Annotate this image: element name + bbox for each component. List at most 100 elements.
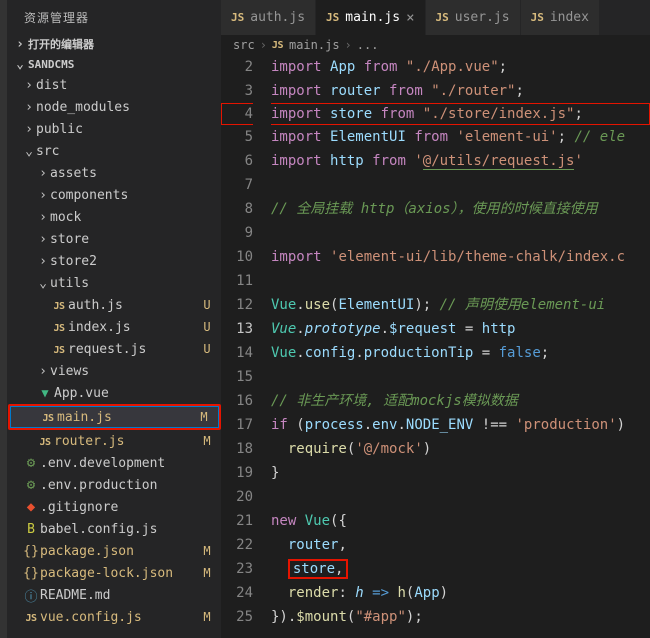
breadcrumb-item[interactable]: src: [233, 38, 255, 52]
js-icon: JS: [231, 11, 244, 24]
code-lines[interactable]: import App from "./App.vue";import route…: [271, 55, 650, 638]
activity-bar[interactable]: [0, 0, 8, 638]
file-icon: ⓘ: [22, 586, 40, 605]
line-number: 17: [221, 413, 253, 437]
line-number: 9: [221, 221, 253, 245]
file-icon: B: [22, 522, 40, 537]
tree-item[interactable]: JSindex.jsU: [8, 316, 221, 338]
code-line[interactable]: import 'element-ui/lib/theme-chalk/index…: [271, 245, 650, 269]
tree-item[interactable]: ›public: [8, 118, 221, 140]
editor-area: JSauth.jsJSmain.js×JSuser.jsJSindex src›…: [221, 0, 650, 638]
line-number: 25: [221, 605, 253, 629]
tree-item[interactable]: JSrequest.jsU: [8, 338, 221, 360]
code-line[interactable]: router,: [271, 533, 650, 557]
file-icon: JS: [50, 320, 68, 334]
js-icon: JS: [531, 11, 544, 24]
code-line[interactable]: import App from "./App.vue";: [271, 55, 650, 79]
git-status: M: [196, 410, 212, 424]
chevron-right-icon: ›: [36, 364, 50, 379]
line-number: 24: [221, 581, 253, 605]
chevron-right-icon: ›: [22, 78, 36, 93]
code-line[interactable]: [271, 269, 650, 293]
tab[interactable]: JSauth.js: [221, 0, 316, 35]
file-icon: ⚙: [22, 455, 40, 471]
git-status: M: [199, 434, 215, 448]
code-line[interactable]: }: [271, 461, 650, 485]
code-line[interactable]: [271, 173, 650, 197]
tree-item[interactable]: ⚙.env.production: [8, 474, 221, 496]
tree-item[interactable]: ›assets: [8, 162, 221, 184]
tree-item[interactable]: ›node_modules: [8, 96, 221, 118]
file-icon: {}: [22, 544, 40, 559]
tree-item-label: node_modules: [36, 100, 215, 115]
line-number: 13: [221, 317, 253, 341]
chevron-right-icon: ›: [12, 36, 28, 52]
tree-item[interactable]: ›components: [8, 184, 221, 206]
tree-item[interactable]: ›store: [8, 228, 221, 250]
line-number: 8: [221, 197, 253, 221]
code-line[interactable]: require('@/mock'): [271, 437, 650, 461]
tree-item[interactable]: JSmain.jsM: [10, 406, 219, 428]
tree-item[interactable]: ›mock: [8, 206, 221, 228]
git-status: U: [199, 342, 215, 356]
line-number: 20: [221, 485, 253, 509]
tree-item[interactable]: {}package.jsonM: [8, 540, 221, 562]
tree-item-label: src: [36, 144, 215, 159]
tree-item[interactable]: JSauth.jsU: [8, 294, 221, 316]
code-line[interactable]: store,: [271, 557, 650, 581]
code-line[interactable]: }).$mount("#app");: [271, 605, 650, 629]
chevron-right-icon: ›: [36, 188, 50, 203]
tree-item[interactable]: ›dist: [8, 74, 221, 96]
code-line[interactable]: import ElementUI from 'element-ui'; // e…: [271, 125, 650, 149]
tree-item-label: mock: [50, 210, 215, 225]
file-icon: JS: [22, 610, 40, 624]
sidebar-title: 资源管理器: [8, 0, 221, 34]
code-line[interactable]: [271, 221, 650, 245]
line-number: 11: [221, 269, 253, 293]
code-line[interactable]: new Vue({: [271, 509, 650, 533]
tree-item[interactable]: ⚙.env.development: [8, 452, 221, 474]
tab[interactable]: JSmain.js×: [316, 0, 425, 35]
tree-item[interactable]: ›views: [8, 360, 221, 382]
code-line[interactable]: import store from "./store/index.js";: [271, 103, 650, 125]
chevron-right-icon: ›: [36, 254, 50, 269]
tree-item[interactable]: JSrouter.jsM: [8, 430, 221, 452]
line-number: 14: [221, 341, 253, 365]
line-number: 4: [221, 103, 253, 125]
breadcrumb-item[interactable]: ...: [357, 38, 379, 52]
line-number: 2: [221, 55, 253, 79]
file-icon: ⚙: [22, 477, 40, 493]
code-line[interactable]: // 非生产环境, 适配mockjs模拟数据: [271, 389, 650, 413]
chevron-down-icon: ⌄: [36, 276, 50, 291]
tree-item[interactable]: {}package-lock.jsonM: [8, 562, 221, 584]
code-line[interactable]: render: h => h(App): [271, 581, 650, 605]
tree-item[interactable]: ⌄utils: [8, 272, 221, 294]
code-line[interactable]: // 全局挂载 http（axios），使用的时候直接使用: [271, 197, 650, 221]
code-line[interactable]: import router from "./router";: [271, 79, 650, 103]
tree-item-label: package.json: [40, 544, 199, 559]
tree-item[interactable]: ⌄src: [8, 140, 221, 162]
tab[interactable]: JSuser.js: [426, 0, 521, 35]
tree-item[interactable]: ◆.gitignore: [8, 496, 221, 518]
breadcrumb-item[interactable]: main.js: [289, 38, 340, 52]
code-line[interactable]: if (process.env.NODE_ENV !== 'production…: [271, 413, 650, 437]
close-icon[interactable]: ×: [406, 10, 414, 26]
chevron-right-icon: ›: [257, 38, 270, 52]
code-line[interactable]: [271, 365, 650, 389]
tree-item[interactable]: JSvue.config.jsM: [8, 606, 221, 628]
code-line[interactable]: import http from '@/utils/request.js': [271, 149, 650, 173]
tree-item[interactable]: ⓘREADME.md: [8, 584, 221, 606]
code-line[interactable]: Vue.prototype.$request = http: [271, 317, 650, 341]
code-line[interactable]: [271, 485, 650, 509]
code-editor[interactable]: 2345678910111213141516171819202122232425…: [221, 55, 650, 638]
code-line[interactable]: Vue.use(ElementUI); // 声明使用element-ui: [271, 293, 650, 317]
section-open-editors[interactable]: › 打开的编辑器: [8, 34, 221, 54]
section-workspace[interactable]: ⌄ SANDCMS: [8, 54, 221, 74]
tree-item[interactable]: Bbabel.config.js: [8, 518, 221, 540]
tree-item[interactable]: ▼App.vue: [8, 382, 221, 404]
tree-item[interactable]: ›store2: [8, 250, 221, 272]
tab[interactable]: JSindex: [521, 0, 600, 35]
breadcrumb[interactable]: src›JSmain.js›...: [221, 35, 650, 55]
code-line[interactable]: Vue.config.productionTip = false;: [271, 341, 650, 365]
line-number: 7: [221, 173, 253, 197]
